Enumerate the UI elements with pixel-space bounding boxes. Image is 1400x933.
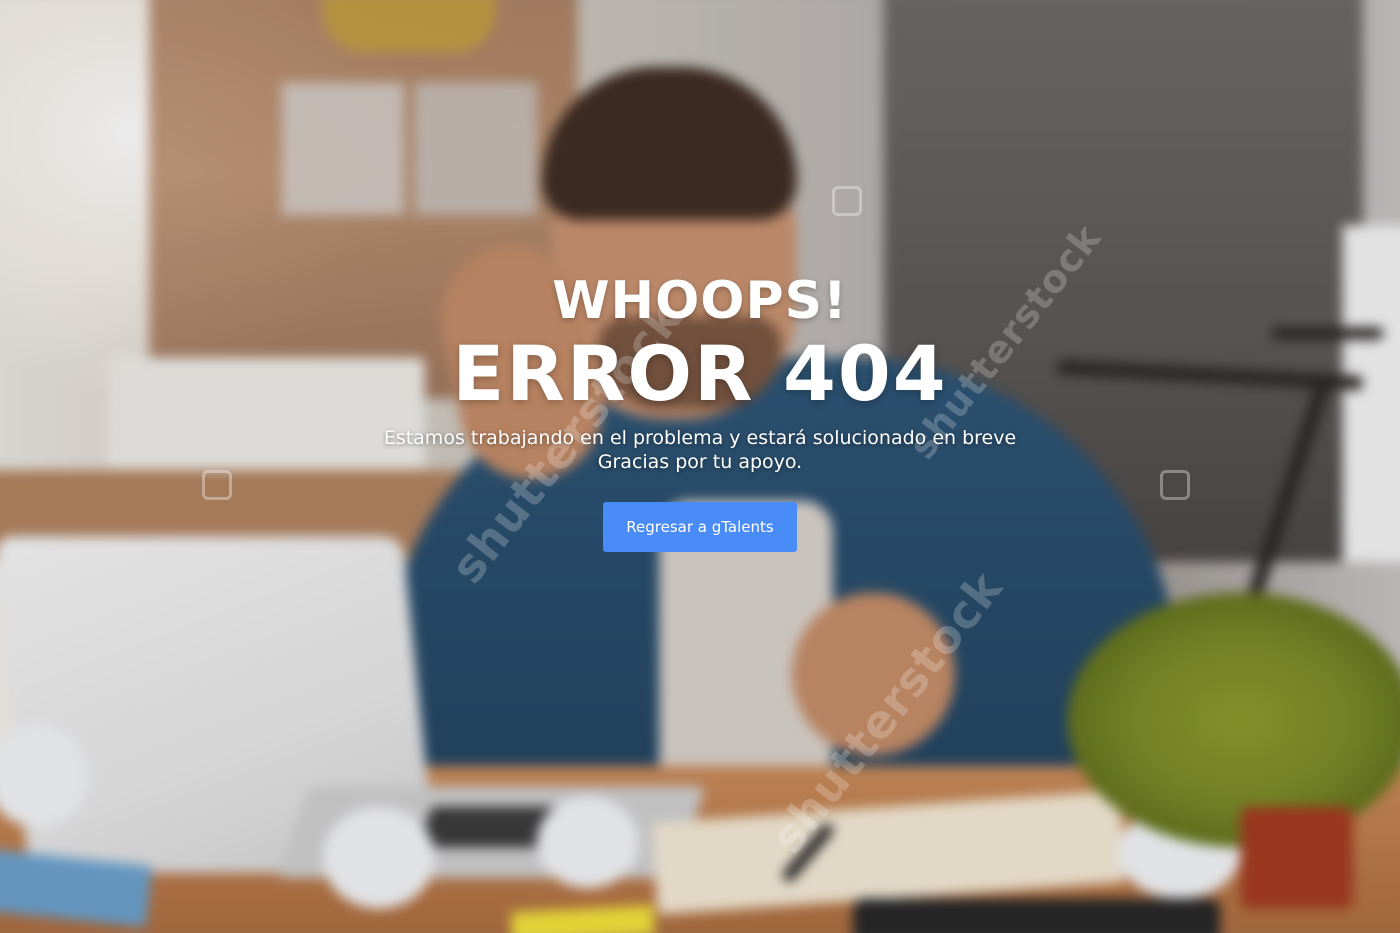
error-content: WHOOPS! ERROR 404 Estamos trabajando en … [0, 270, 1400, 552]
error-message: Estamos trabajando en el problema y esta… [0, 426, 1400, 474]
error-message-line-2: Gracias por tu apoyo. [597, 451, 803, 473]
error-message-line-1: Estamos trabajando en el problema y esta… [383, 427, 1017, 449]
error-code-heading: ERROR 404 [452, 329, 948, 418]
whoops-heading: WHOOPS! [552, 271, 848, 331]
back-to-gtalents-button[interactable]: Regresar a gTalents [603, 502, 797, 552]
watermark-logo-icon [832, 186, 862, 216]
error-page: shutterstock shutterstock shutterstock W… [0, 0, 1400, 933]
